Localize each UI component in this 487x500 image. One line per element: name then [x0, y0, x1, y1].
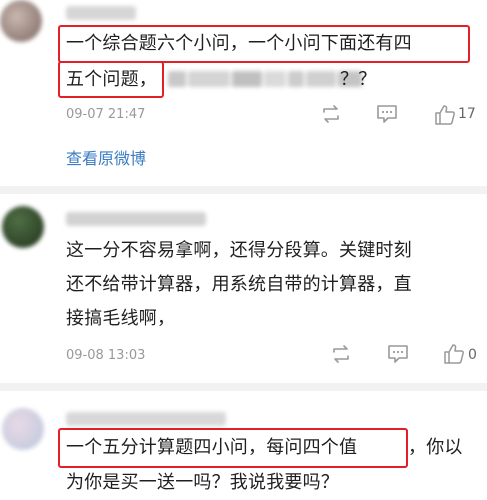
divider: [0, 186, 487, 194]
comment-text-line: ？？: [340, 69, 377, 90]
comment-icon[interactable]: [376, 104, 398, 124]
comment-text-line: 五个问题，: [66, 69, 157, 90]
censored-text: [168, 71, 364, 91]
timestamp: 09-08 13:03: [66, 348, 146, 363]
like-icon[interactable]: [434, 104, 456, 126]
avatar[interactable]: [2, 408, 44, 450]
comment-text-line: 接搞毛线啊，: [66, 308, 176, 329]
comment-text-line: 这一分不容易拿啊，还得分段算。关键时刻: [66, 240, 412, 261]
comment-text-line: ，你以: [408, 437, 463, 458]
username[interactable]: [66, 212, 206, 226]
avatar[interactable]: [0, 0, 42, 42]
timestamp: 09-07 21:47: [66, 107, 146, 122]
comment-icon[interactable]: [387, 344, 409, 364]
repost-icon[interactable]: [320, 104, 342, 124]
like-count: 0: [468, 347, 477, 363]
view-original-link[interactable]: 查看原微博: [66, 145, 146, 169]
like-icon[interactable]: [443, 343, 465, 365]
comment-text-line: 一个五分计算题四小问，每问四个值: [66, 437, 358, 458]
avatar[interactable]: [2, 206, 44, 248]
comment-text-line: 还不给带计算器，用系统自带的计算器，直: [66, 274, 412, 295]
divider: [0, 383, 487, 391]
repost-icon[interactable]: [330, 344, 352, 364]
comment-text-line: 一个综合题六个小问，一个小问下面还有四: [66, 33, 412, 54]
username[interactable]: [66, 6, 136, 20]
comment-text-line: 为你是买一送一吗？我说我要吗？: [66, 472, 339, 493]
username[interactable]: [66, 412, 226, 426]
like-count: 17: [458, 106, 476, 122]
